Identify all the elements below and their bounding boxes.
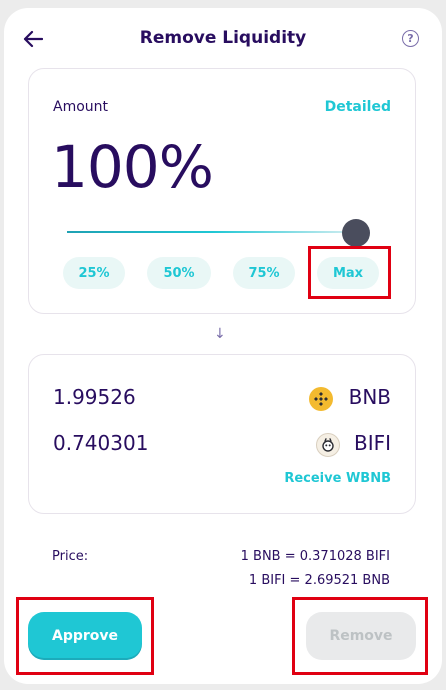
- detailed-link[interactable]: Detailed: [325, 99, 391, 115]
- amount-card: Amount Detailed 100% 25% 50% 75% Max: [28, 68, 416, 314]
- amount-slider[interactable]: [67, 219, 370, 249]
- bnb-amount: 1.99526: [53, 385, 136, 409]
- page-title: Remove Liquidity: [139, 28, 307, 48]
- header: Remove Liquidity ?: [4, 8, 442, 72]
- bifi-amount: 0.740301: [53, 431, 149, 455]
- approve-button[interactable]: Approve: [28, 612, 142, 660]
- arrow-down-icon: ↓: [214, 326, 226, 342]
- price-bnb-bifi: 1 BNB = 0.371028 BIFI: [240, 549, 390, 564]
- slider-track: [67, 231, 357, 233]
- bifi-icon: [316, 433, 340, 457]
- percent-value: 100%: [51, 133, 214, 201]
- help-icon[interactable]: ?: [402, 30, 419, 47]
- slider-thumb[interactable]: [342, 219, 370, 247]
- price-bifi-bnb: 1 BIFI = 2.69521 BNB: [248, 573, 390, 588]
- remove-liquidity-panel: Remove Liquidity ? Amount Detailed 100% …: [4, 8, 442, 684]
- amount-label: Amount: [53, 99, 109, 115]
- bnb-symbol: BNB: [348, 385, 391, 409]
- receive-wbnb-link[interactable]: Receive WBNB: [284, 471, 391, 486]
- bifi-symbol: BIFI: [353, 431, 391, 455]
- percent-25-button[interactable]: 25%: [63, 257, 125, 289]
- percent-50-button[interactable]: 50%: [147, 257, 211, 289]
- receive-card: 1.99526 BNB 0.740301 BIFI Receive WBNB: [28, 354, 416, 514]
- max-button[interactable]: Max: [317, 257, 379, 289]
- remove-button[interactable]: Remove: [306, 612, 416, 660]
- price-label: Price:: [52, 549, 89, 564]
- percent-75-button[interactable]: 75%: [233, 257, 295, 289]
- bnb-icon: [309, 387, 333, 411]
